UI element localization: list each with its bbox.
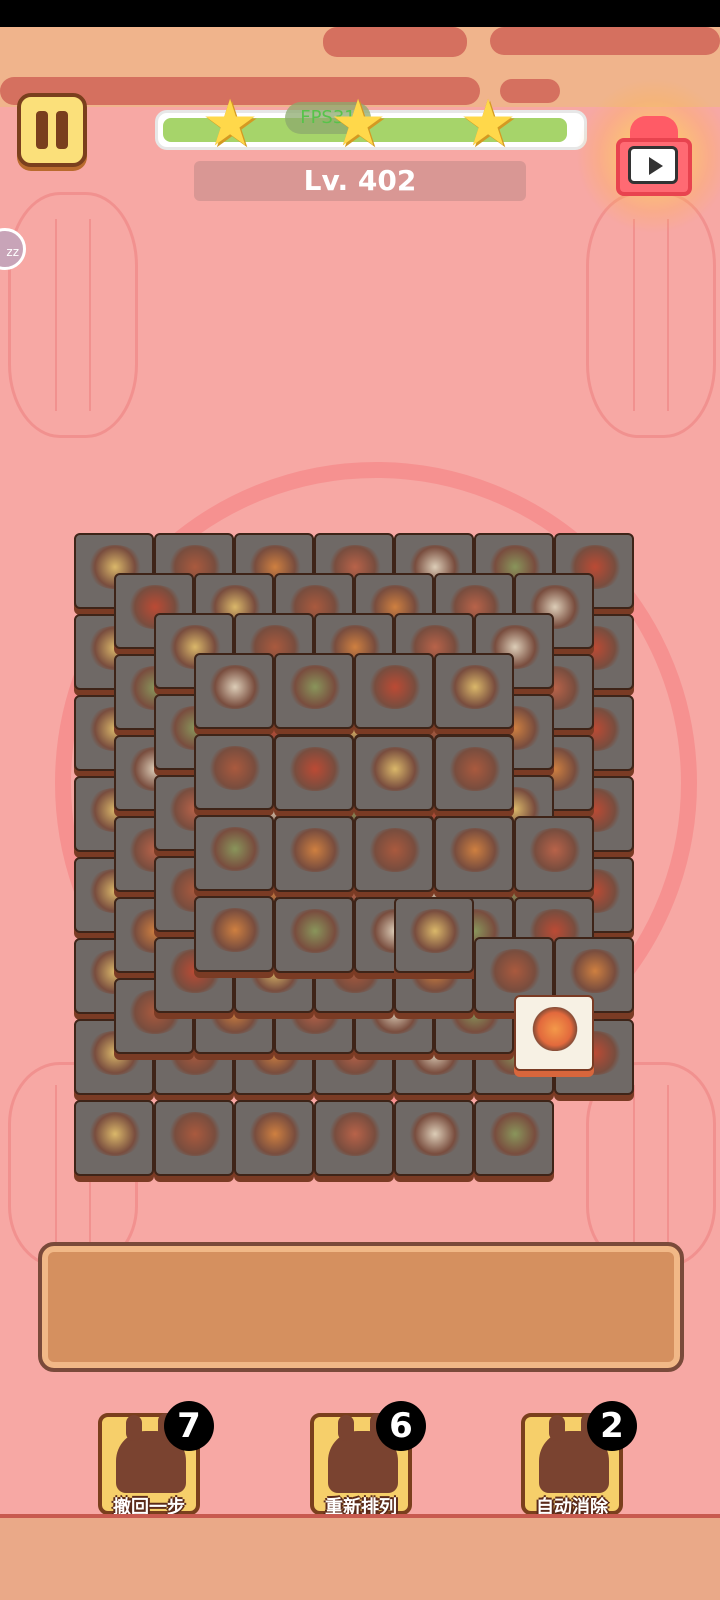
food-tile[interactable] xyxy=(354,735,434,811)
food-tile[interactable] xyxy=(194,653,274,729)
food-icon xyxy=(486,1112,544,1156)
undo-count-badge: 7 xyxy=(164,1401,214,1451)
food-tile[interactable] xyxy=(194,815,274,891)
food-tile[interactable] xyxy=(274,816,354,892)
lantern-decoration xyxy=(8,192,138,438)
status-bar xyxy=(0,0,720,27)
food-tile[interactable] xyxy=(354,653,434,729)
shuffle-count-badge: 6 xyxy=(376,1401,426,1451)
food-icon xyxy=(206,908,264,952)
food-icon xyxy=(446,747,504,791)
food-icon xyxy=(486,949,544,993)
pause-button[interactable] xyxy=(17,93,87,167)
shuffle-button[interactable]: 6 重新排列 xyxy=(310,1401,426,1518)
food-tile[interactable] xyxy=(354,816,434,892)
auto-clear-count-badge: 2 xyxy=(587,1401,637,1451)
level-label: Lv. 402 xyxy=(194,161,526,201)
food-tile[interactable] xyxy=(274,897,354,973)
food-icon xyxy=(406,1112,464,1156)
video-play-icon xyxy=(628,146,678,184)
food-icon xyxy=(366,828,424,872)
food-icon xyxy=(206,746,264,790)
food-tile[interactable] xyxy=(274,653,354,729)
food-tile[interactable] xyxy=(394,897,474,973)
food-icon xyxy=(366,665,424,709)
food-icon xyxy=(286,828,344,872)
food-icon xyxy=(206,827,264,871)
star-icon: ★ xyxy=(329,87,387,161)
tile-tray xyxy=(38,1242,684,1372)
food-tile[interactable] xyxy=(194,734,274,810)
star-icon: ★ xyxy=(459,87,517,161)
food-tile[interactable] xyxy=(394,1100,474,1176)
food-tile[interactable] xyxy=(234,1100,314,1176)
food-tile[interactable] xyxy=(154,1100,234,1176)
food-icon xyxy=(206,665,264,709)
food-icon xyxy=(326,1112,384,1156)
food-icon xyxy=(286,747,344,791)
food-tile[interactable] xyxy=(434,816,514,892)
food-tile[interactable] xyxy=(74,1100,154,1176)
food-icon xyxy=(526,1007,584,1051)
food-tile[interactable] xyxy=(434,653,514,729)
food-tile[interactable] xyxy=(474,1100,554,1176)
food-tile[interactable] xyxy=(314,1100,394,1176)
undo-button[interactable]: 7 撤回一步 xyxy=(98,1401,214,1518)
active-tile[interactable] xyxy=(514,995,594,1071)
auto-clear-button[interactable]: 2 自动消除 xyxy=(521,1401,637,1518)
food-tile[interactable] xyxy=(274,735,354,811)
food-icon xyxy=(366,747,424,791)
food-icon xyxy=(446,828,504,872)
pause-icon xyxy=(36,111,48,149)
food-icon xyxy=(86,1112,144,1156)
food-icon xyxy=(166,1112,224,1156)
food-icon xyxy=(566,949,624,993)
food-icon xyxy=(246,1112,304,1156)
video-gift-button[interactable] xyxy=(576,78,720,234)
food-icon xyxy=(446,665,504,709)
food-tile[interactable] xyxy=(194,896,274,972)
food-tile[interactable] xyxy=(434,735,514,811)
food-icon xyxy=(526,828,584,872)
star-icon: ★ xyxy=(201,87,259,161)
food-icon xyxy=(286,665,344,709)
food-icon xyxy=(406,909,464,953)
food-icon xyxy=(286,909,344,953)
pause-icon xyxy=(56,111,68,149)
bottom-decoration xyxy=(0,1518,720,1600)
food-tile[interactable] xyxy=(514,816,594,892)
